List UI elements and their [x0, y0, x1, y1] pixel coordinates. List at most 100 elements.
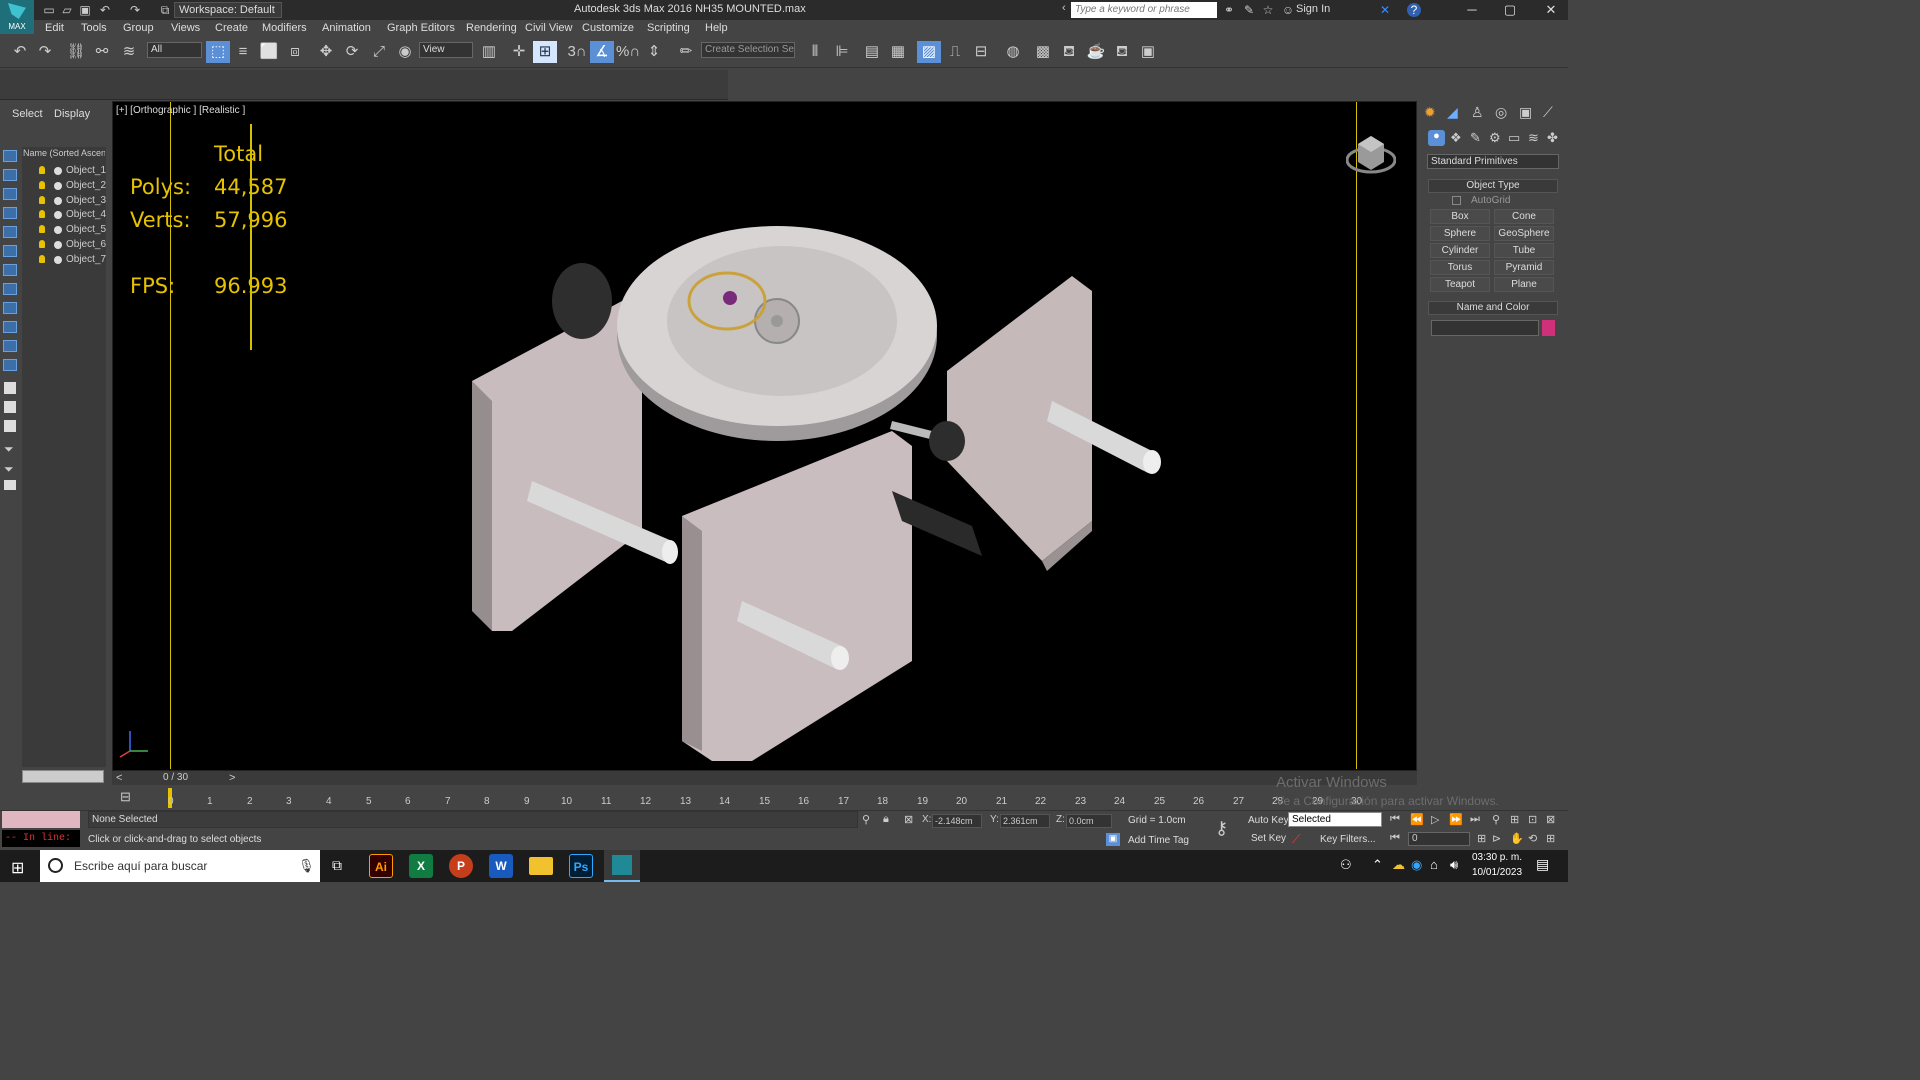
menu-customize[interactable]: Customize [582, 22, 634, 34]
app-logo-menu[interactable]: MAX [0, 0, 34, 34]
select-manipulate-icon[interactable]: ✛ [507, 41, 531, 63]
display-geometry-icon[interactable] [3, 150, 17, 162]
light-bulb-icon[interactable] [39, 196, 45, 204]
people-icon[interactable]: ⚇ [1340, 857, 1352, 873]
workspace-dropdown[interactable]: Workspace: Default [174, 2, 282, 18]
display-cameras-icon[interactable] [3, 207, 17, 219]
task-view-icon[interactable]: ⧉ [332, 857, 342, 874]
rotate-icon[interactable]: ⟳ [340, 41, 364, 63]
light-bulb-icon[interactable] [39, 255, 45, 263]
network-icon[interactable]: ⌂ [1430, 857, 1438, 872]
tube-button[interactable]: Tube [1494, 243, 1554, 258]
microphone-icon[interactable]: 🎙︎ [298, 858, 315, 874]
display-xrefs-icon[interactable] [3, 283, 17, 295]
unlink-icon[interactable]: ⚯ [90, 41, 114, 63]
play-icon[interactable]: ▷ [1431, 813, 1439, 826]
display-lights-icon[interactable] [3, 188, 17, 200]
maximize-button[interactable]: ▢ [1495, 2, 1525, 18]
light-bulb-icon[interactable] [39, 240, 45, 248]
bind-space-warp-icon[interactable]: ≋ [117, 41, 141, 63]
torus-button[interactable]: Torus [1430, 260, 1490, 275]
pivot-center-icon[interactable]: ▥ [477, 41, 501, 63]
x-coordinate-field[interactable]: -2.148cm [932, 814, 982, 828]
list-item[interactable]: Object_6 [53, 239, 106, 250]
autogrid-checkbox[interactable] [1452, 196, 1461, 205]
help-icon[interactable]: ? [1407, 3, 1421, 17]
search-input[interactable]: Type a keyword or phrase [1071, 2, 1217, 18]
display-none-icon[interactable] [4, 401, 16, 413]
display-helpers-icon[interactable] [3, 226, 17, 238]
motion-tab-icon[interactable]: ◎ [1495, 104, 1507, 121]
taskbar-search-input[interactable]: Escribe aquí para buscar [40, 850, 320, 882]
menu-animation[interactable]: Animation [322, 22, 371, 34]
set-key-button[interactable]: Set Key [1251, 833, 1286, 844]
placement-icon[interactable]: ◉ [393, 41, 417, 63]
menu-civil-view[interactable]: Civil View [525, 22, 572, 34]
infocenter-binoculars-icon[interactable]: ⚭ [1222, 3, 1236, 17]
list-item[interactable]: Object_3 [53, 195, 106, 206]
graphite-ribbon-icon[interactable]: ▦ [886, 41, 910, 63]
primitive-category-dropdown[interactable]: Standard Primitives [1427, 154, 1559, 169]
angle-snap-icon[interactable]: ∡ [590, 41, 614, 63]
curve-editor-icon[interactable]: ⎍ [943, 41, 967, 63]
zoom-extents-all-icon[interactable]: ⊠ [1546, 813, 1555, 826]
select-object-icon[interactable]: ⬚ [206, 41, 230, 63]
subscription-icon[interactable]: ✎ [1242, 3, 1256, 17]
align-icon[interactable]: ⊫ [830, 41, 854, 63]
minimize-button[interactable]: ─ [1457, 2, 1487, 18]
project-folder-icon[interactable]: ⧉ [158, 3, 172, 17]
teapot-button[interactable]: Teapot [1430, 277, 1490, 292]
previous-frame-icon[interactable]: ⏪ [1410, 813, 1424, 826]
space-warps-icon[interactable]: ≋ [1528, 130, 1539, 146]
add-time-tag-button[interactable]: Add Time Tag [1128, 835, 1189, 846]
maximize-viewport-icon[interactable]: ⊞ [1546, 832, 1555, 845]
display-hidden-icon[interactable] [3, 359, 17, 371]
sphere-button[interactable]: Sphere [1430, 226, 1490, 241]
spinner-snap-icon[interactable]: ⇕ [642, 41, 666, 63]
key-mode-toggle-icon[interactable]: ⏮ [1390, 832, 1400, 845]
set-keys-key-icon[interactable]: ⚷ [1215, 818, 1228, 839]
object-color-swatch[interactable] [1542, 320, 1555, 336]
watch-holder-model[interactable] [112, 101, 1417, 771]
time-slider[interactable] [112, 771, 1417, 785]
pyramid-button[interactable]: Pyramid [1494, 260, 1554, 275]
modify-tab-icon[interactable]: ◢ [1447, 104, 1458, 121]
menu-graph-editors[interactable]: Graph Editors [387, 22, 455, 34]
list-item[interactable]: Object_1 [53, 165, 106, 176]
material-editor-icon[interactable]: ◍ [1001, 41, 1025, 63]
windows-start-icon[interactable]: ⊞ [11, 858, 24, 878]
render-iterative-icon[interactable]: ⛾ [1110, 41, 1134, 63]
scene-explorer-toggle-icon[interactable]: ▨ [917, 41, 941, 63]
powerpoint-app-icon[interactable]: P [449, 854, 473, 878]
explorer-column-header[interactable]: Name (Sorted Ascen [23, 148, 105, 158]
menu-views[interactable]: Views [171, 22, 200, 34]
tray-expand-icon[interactable]: ⌃ [1372, 857, 1383, 873]
display-frozen-icon[interactable] [3, 340, 17, 352]
rollout-name-and-color[interactable]: Name and Color [1428, 301, 1558, 315]
systems-icon[interactable]: ✤ [1547, 130, 1558, 146]
auto-key-button[interactable]: Auto Key [1248, 815, 1289, 826]
rollout-object-type[interactable]: Object Type [1428, 179, 1558, 193]
orbit-icon[interactable]: ⟲ [1528, 832, 1537, 845]
sync-selection-icon[interactable] [4, 480, 16, 490]
taskbar-time[interactable]: 03:30 p. m. [1472, 852, 1522, 863]
sign-in-link[interactable]: Sign In [1296, 3, 1330, 15]
keyboard-shortcut-override-icon[interactable]: ⊞ [533, 41, 557, 63]
pan-view-icon[interactable]: ✋ [1510, 832, 1524, 845]
list-item[interactable]: Object_4 [53, 209, 106, 220]
light-bulb-icon[interactable] [39, 166, 45, 174]
render-production-icon[interactable]: ☕ [1084, 41, 1108, 63]
mirror-icon[interactable]: ⫴ [803, 41, 827, 63]
redo-icon[interactable]: ↷ [33, 41, 57, 63]
y-coordinate-field[interactable]: 2.361cm [1000, 814, 1050, 828]
isolate-selection-icon[interactable]: ⚲ [862, 813, 870, 826]
menu-rendering[interactable]: Rendering [466, 22, 517, 34]
rendered-frame-window-icon[interactable]: ⛾ [1057, 41, 1081, 63]
light-bulb-icon[interactable] [39, 225, 45, 233]
explorer-tab-display[interactable]: Display [54, 108, 90, 120]
maxscript-inline-output[interactable]: -- In line: [2, 830, 80, 847]
box-button[interactable]: Box [1430, 209, 1490, 224]
menu-help[interactable]: Help [705, 22, 728, 34]
edit-named-selections-icon[interactable]: ✏ [674, 41, 698, 63]
go-to-start-icon[interactable]: ⏮ [1390, 813, 1400, 826]
